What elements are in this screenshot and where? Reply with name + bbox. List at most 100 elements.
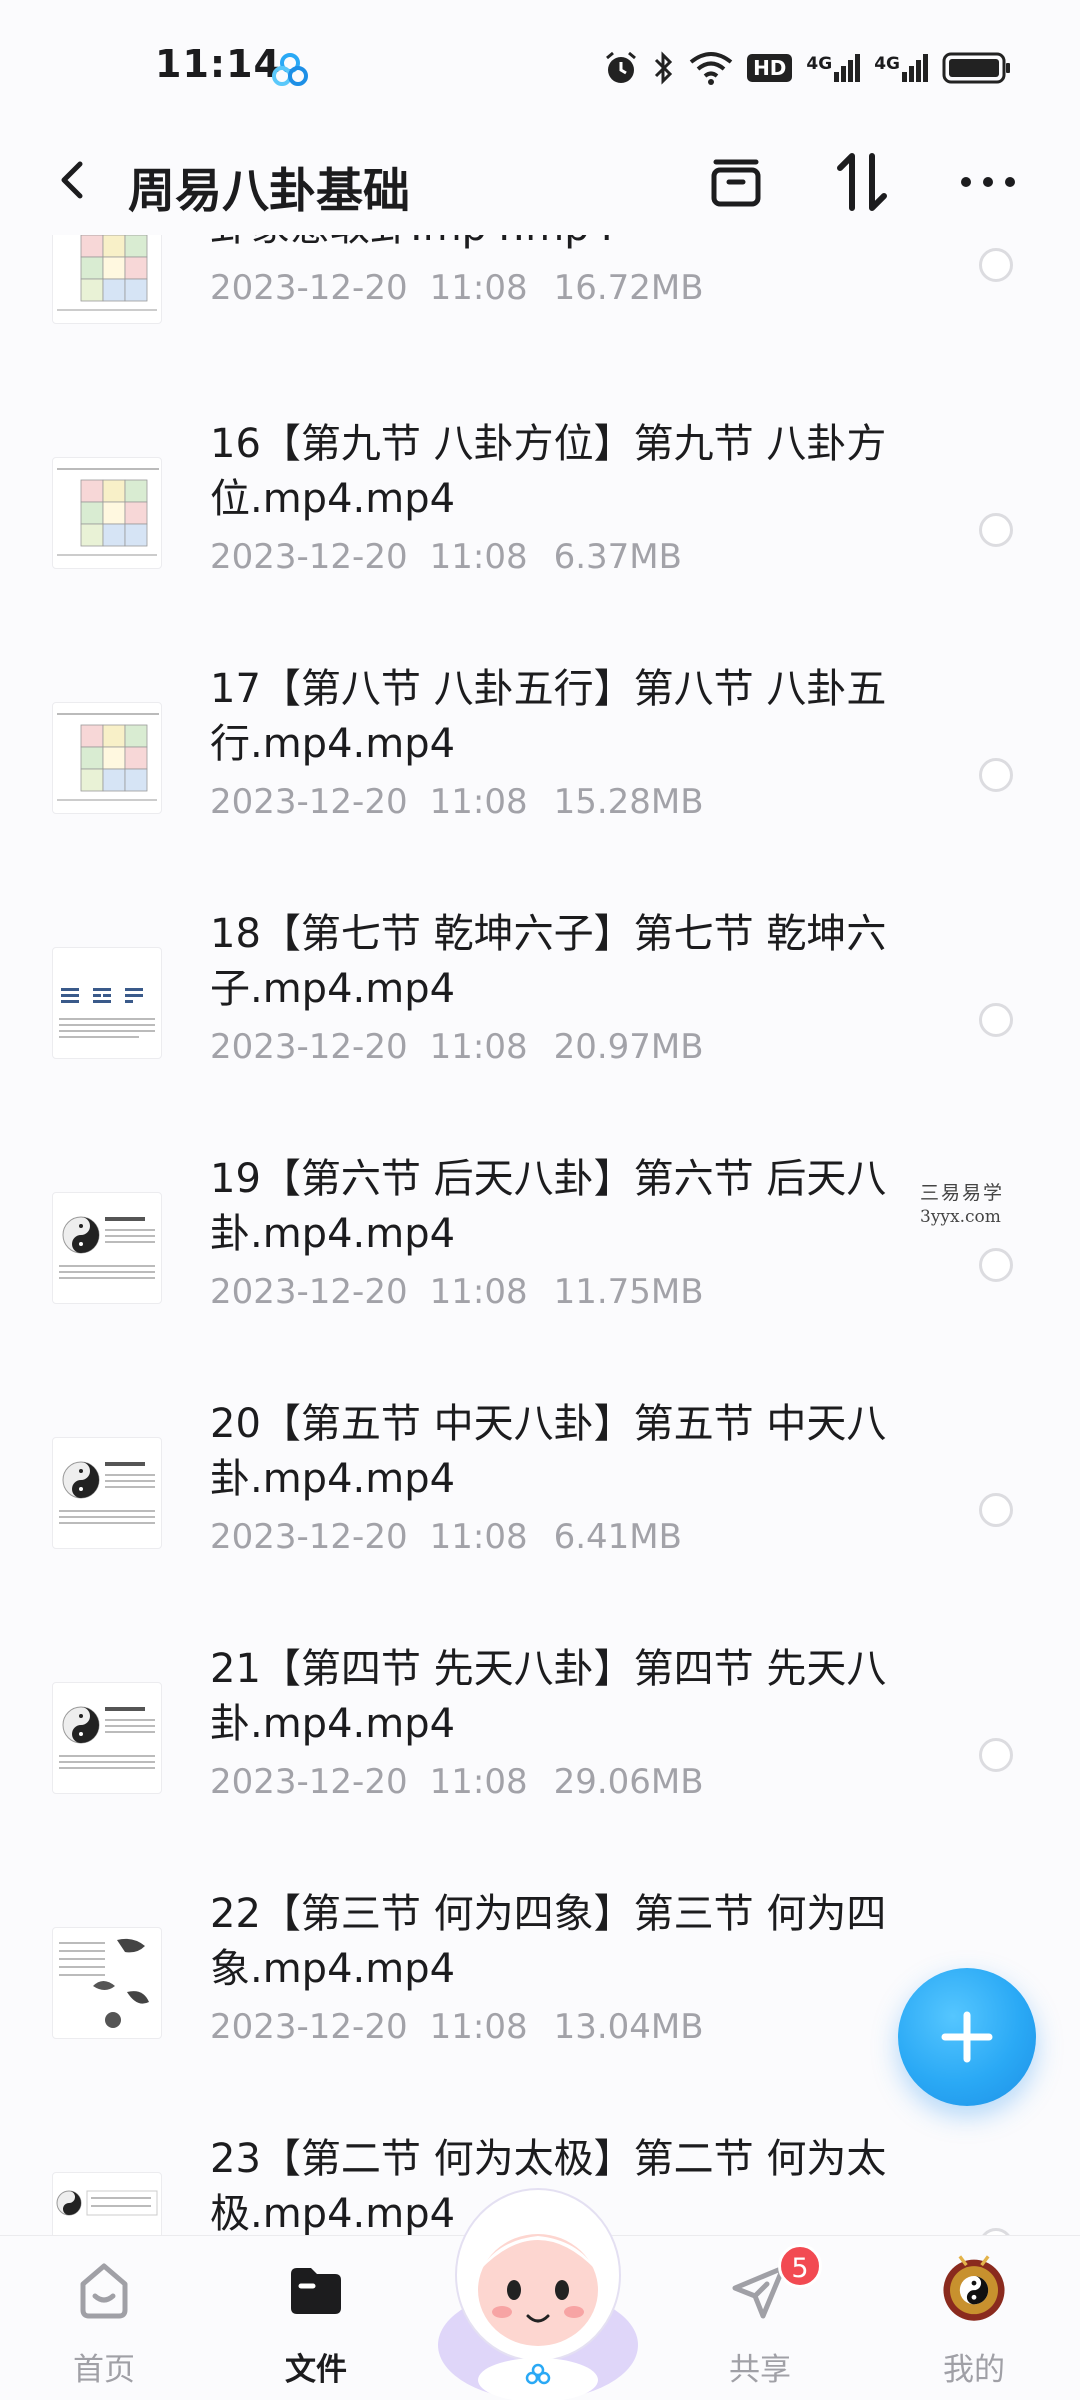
nav-profile[interactable]: 我的: [894, 2236, 1054, 2400]
file-date: 2023-12-20: [210, 1762, 408, 1802]
video-thumbnail: [52, 1192, 162, 1304]
signal-1: 4G: [806, 54, 861, 82]
file-time: 11:08: [429, 1762, 528, 1802]
file-size: 29.06MB: [553, 1762, 704, 1802]
page-title: 周易八卦基础: [128, 164, 410, 219]
file-row[interactable]: 17【第八节 八卦五行】第八节 八卦五行.mp4.mp4 2023-12-20 11…: [0, 650, 1080, 894]
video-thumbnail: [52, 947, 162, 1059]
file-row[interactable]: 卦象意取卦.mp4.mp4 2023-12-20 11:08 16.72MB: [0, 235, 1080, 404]
nav-share[interactable]: 5 共享: [680, 2236, 840, 2400]
more-icon: [961, 177, 1015, 187]
video-thumbnail: [52, 2172, 162, 2235]
file-name: 20【第五节 中天八卦】第五节 中天八卦.mp4.mp4: [210, 1401, 887, 1502]
nav-label-profile: 我的: [943, 2352, 1005, 2388]
archive-button[interactable]: [700, 146, 772, 218]
select-checkbox[interactable]: [979, 1493, 1013, 1527]
sort-icon: [837, 153, 887, 211]
status-time: 11:14: [155, 42, 281, 86]
video-thumbnail: [52, 702, 162, 814]
file-row[interactable]: 16【第九节 八卦方位】第九节 八卦方位.mp4.mp4 2023-12-20 11…: [0, 405, 1080, 649]
file-time: 11:08: [429, 2007, 528, 2047]
more-button[interactable]: [952, 146, 1024, 218]
folder-icon: [291, 2268, 341, 2314]
file-size: 20.97MB: [553, 1027, 704, 1067]
sort-button[interactable]: [826, 146, 898, 218]
video-thumbnail: [52, 235, 162, 324]
select-checkbox[interactable]: [979, 248, 1013, 282]
video-thumbnail: [52, 1682, 162, 1794]
header: 周易八卦基础: [0, 130, 1080, 235]
file-time: 11:08: [429, 1517, 528, 1557]
file-meta: 2023-12-20 11:08 13.04MB: [210, 2007, 704, 2047]
nav-label-home: 首页: [73, 2352, 135, 2388]
file-name: 19【第六节 后天八卦】第六节 后天八卦.mp4.mp4: [210, 1156, 887, 1257]
file-size: 16.72MB: [553, 268, 704, 308]
file-date: 2023-12-20: [210, 268, 408, 308]
file-time: 11:08: [429, 537, 528, 577]
file-meta: 2023-12-20 11:08 6.37MB: [210, 537, 682, 577]
status-bar: 11:14 HD 4G 4G: [0, 0, 1080, 130]
nav-label-files: 文件: [285, 2352, 347, 2388]
select-checkbox[interactable]: [979, 1248, 1013, 1282]
wifi-icon: [689, 52, 733, 85]
file-meta: 2023-12-20 11:08 15.28MB: [210, 782, 704, 822]
file-meta: 2023-12-20 11:08 16.72MB: [210, 268, 704, 308]
file-row[interactable]: 21【第四节 先天八卦】第四节 先天八卦.mp4.mp4 2023-12-20 11…: [0, 1630, 1080, 1874]
file-date: 2023-12-20: [210, 1027, 408, 1067]
select-checkbox[interactable]: [979, 1738, 1013, 1772]
file-size: 6.41MB: [553, 1517, 682, 1557]
file-name: 21【第四节 先天八卦】第四节 先天八卦.mp4.mp4: [210, 1646, 887, 1747]
file-date: 2023-12-20: [210, 537, 408, 577]
select-checkbox[interactable]: [979, 513, 1013, 547]
file-row[interactable]: 19【第六节 后天八卦】第六节 后天八卦.mp4.mp4 2023-12-20 11…: [0, 1140, 1080, 1384]
file-size: 13.04MB: [553, 2007, 704, 2047]
file-time: 11:08: [429, 1027, 528, 1067]
assistant-mascot-button[interactable]: [428, 2170, 648, 2400]
watermark-line1: 三易易学: [920, 1182, 1005, 1204]
add-button[interactable]: [898, 1968, 1036, 2106]
nav-label-share: 共享: [729, 2352, 791, 2388]
app-notification-icon: [272, 53, 308, 86]
video-thumbnail: [52, 1437, 162, 1549]
select-checkbox[interactable]: [979, 2228, 1013, 2235]
file-row[interactable]: 20【第五节 中天八卦】第五节 中天八卦.mp4.mp4 2023-12-20 11…: [0, 1385, 1080, 1629]
file-meta: 2023-12-20 11:08 6.41MB: [210, 1517, 682, 1557]
file-name: 16【第九节 八卦方位】第九节 八卦方位.mp4.mp4: [210, 421, 887, 522]
plus-icon: [941, 2011, 993, 2063]
archive-icon: [711, 159, 761, 207]
file-row[interactable]: 18【第七节 乾坤六子】第七节 乾坤六子.mp4.mp4 2023-12-20 11…: [0, 895, 1080, 1139]
mascot-icon: [438, 2188, 638, 2400]
file-time: 11:08: [429, 782, 528, 822]
nav-home[interactable]: 首页: [24, 2236, 184, 2400]
file-date: 2023-12-20: [210, 1272, 408, 1312]
select-checkbox[interactable]: [979, 1003, 1013, 1037]
signal-2: 4G: [874, 54, 928, 82]
file-name: 18【第七节 乾坤六子】第七节 乾坤六子.mp4.mp4: [210, 911, 887, 1012]
share-badge: 5: [778, 2244, 822, 2288]
watermark-line2: 3yyx.com: [920, 1207, 1001, 1227]
file-meta: 2023-12-20 11:08 29.06MB: [210, 1762, 704, 1802]
file-date: 2023-12-20: [210, 1517, 408, 1557]
file-name: 卦象意取卦.mp4.mp4: [210, 235, 910, 255]
file-meta: 2023-12-20 11:08 20.97MB: [210, 1027, 704, 1067]
file-time: 11:08: [429, 268, 528, 308]
hd-indicator: HD: [747, 54, 793, 82]
profile-avatar-icon: [943, 2255, 1005, 2321]
video-thumbnail: [52, 457, 162, 569]
bluetooth-icon: [655, 51, 673, 85]
home-icon: [80, 2263, 128, 2319]
nav-files[interactable]: 文件: [236, 2236, 396, 2400]
file-date: 2023-12-20: [210, 2007, 408, 2047]
file-name: 22【第三节 何为四象】第三节 何为四象.mp4.mp4: [210, 1891, 887, 1992]
chevron-left-icon: [61, 161, 83, 199]
file-time: 11:08: [429, 1272, 528, 1312]
select-checkbox[interactable]: [979, 758, 1013, 792]
file-size: 11.75MB: [553, 1272, 704, 1312]
battery-icon: [942, 52, 1010, 84]
file-meta: 2023-12-20 11:08 11.75MB: [210, 1272, 704, 1312]
file-size: 6.37MB: [553, 537, 682, 577]
file-list[interactable]: 卦象意取卦.mp4.mp4 2023-12-20 11:08 16.72MB 16【第九…: [0, 235, 1080, 2235]
back-button[interactable]: [46, 150, 98, 210]
watermark: 三易易学 3yyx.com: [920, 1178, 1004, 1227]
file-date: 2023-12-20: [210, 782, 408, 822]
